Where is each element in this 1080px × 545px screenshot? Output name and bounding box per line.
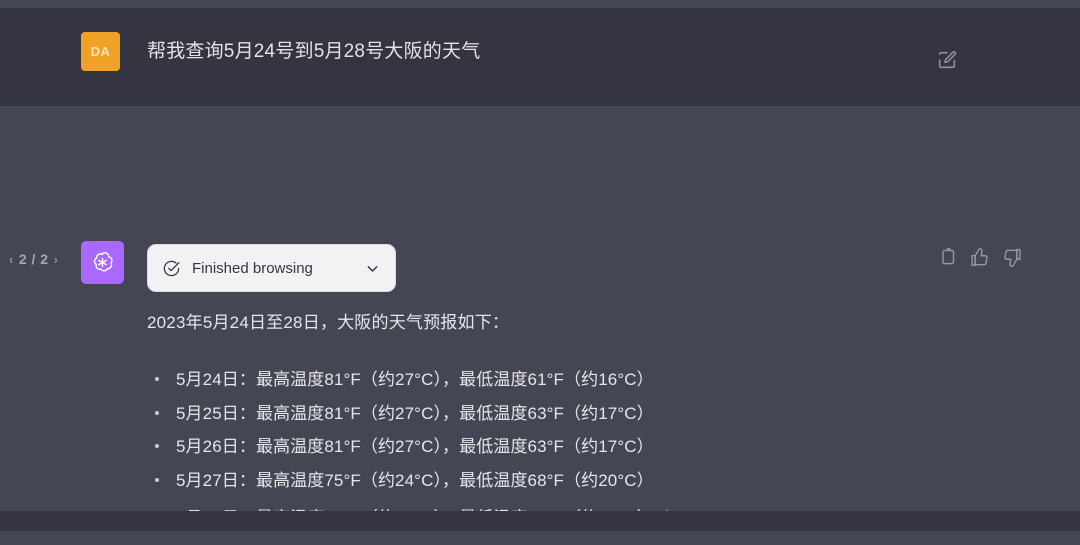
pager-next-button[interactable]: › (54, 252, 59, 267)
thumbs-up-icon[interactable] (969, 247, 990, 268)
list-item: 5月27日：最高温度75°F（约24°C），最低温度68°F（约20°C） (147, 468, 937, 502)
previous-turn-sliver (0, 0, 1080, 8)
assistant-message-row: ‹ 2 / 2 › Finished browsing 2023年5月24日至2… (0, 106, 1080, 528)
list-item-text: 5月24日：最高温度81°F（约27°C），最低温度61°F（约16°C） (176, 370, 654, 389)
openai-logo-icon (89, 249, 116, 276)
finished-browsing-button[interactable]: Finished browsing (147, 244, 396, 292)
user-message-text: 帮我查询5月24号到5月28号大阪的天气 (147, 41, 481, 62)
list-item-text: 5月26日：最高温度81°F（约27°C），最低温度63°F（约17°C） (176, 437, 654, 456)
chat-conversation: DA 帮我查询5月24号到5月28号大阪的天气 ‹ 2 / 2 › Finish… (0, 0, 1080, 545)
list-item-text: 5月25日：最高温度81°F（约27°C），最低温度63°F（约17°C） (176, 403, 654, 423)
check-circle-icon (162, 259, 181, 278)
list-item-text: 5月27日：最高温度75°F（约24°C），最低温度68°F（约20°C） (176, 470, 654, 490)
assistant-intro-text: 2023年5月24日至28日，大阪的天气预报如下： (147, 313, 510, 332)
bullet-dot-icon (155, 444, 159, 448)
bullet-dot-icon (155, 477, 159, 482)
avatar-assistant (81, 241, 124, 284)
next-turn-sliver-2 (0, 531, 1080, 545)
edit-square-icon[interactable] (936, 49, 958, 71)
chevron-down-icon[interactable] (364, 260, 381, 277)
weather-forecast-list: 5月24日：最高温度81°F（约27°C），最低温度61°F（约16°C） 5月… (147, 367, 937, 535)
message-actions (936, 247, 1023, 268)
copy-icon[interactable] (936, 247, 957, 268)
bullet-dot-icon (155, 377, 159, 381)
list-item: 5月25日：最高温度81°F（约27°C），最低温度63°F（约17°C） (147, 401, 937, 435)
pager-label: 2 / 2 (18, 251, 49, 267)
user-message-row: DA 帮我查询5月24号到5月28号大阪的天气 (0, 8, 1080, 106)
response-pager: ‹ 2 / 2 › (9, 251, 58, 267)
pager-prev-button[interactable]: ‹ (9, 252, 14, 267)
bullet-dot-icon (155, 410, 159, 415)
list-item: 5月26日：最高温度81°F（约27°C），最低温度63°F（约17°C） (147, 434, 937, 468)
list-item: 5月24日：最高温度81°F（约27°C），最低温度61°F（约16°C） (147, 367, 937, 401)
thumbs-down-icon[interactable] (1002, 247, 1023, 268)
finished-browsing-label: Finished browsing (192, 259, 313, 277)
avatar-user: DA (81, 32, 120, 71)
